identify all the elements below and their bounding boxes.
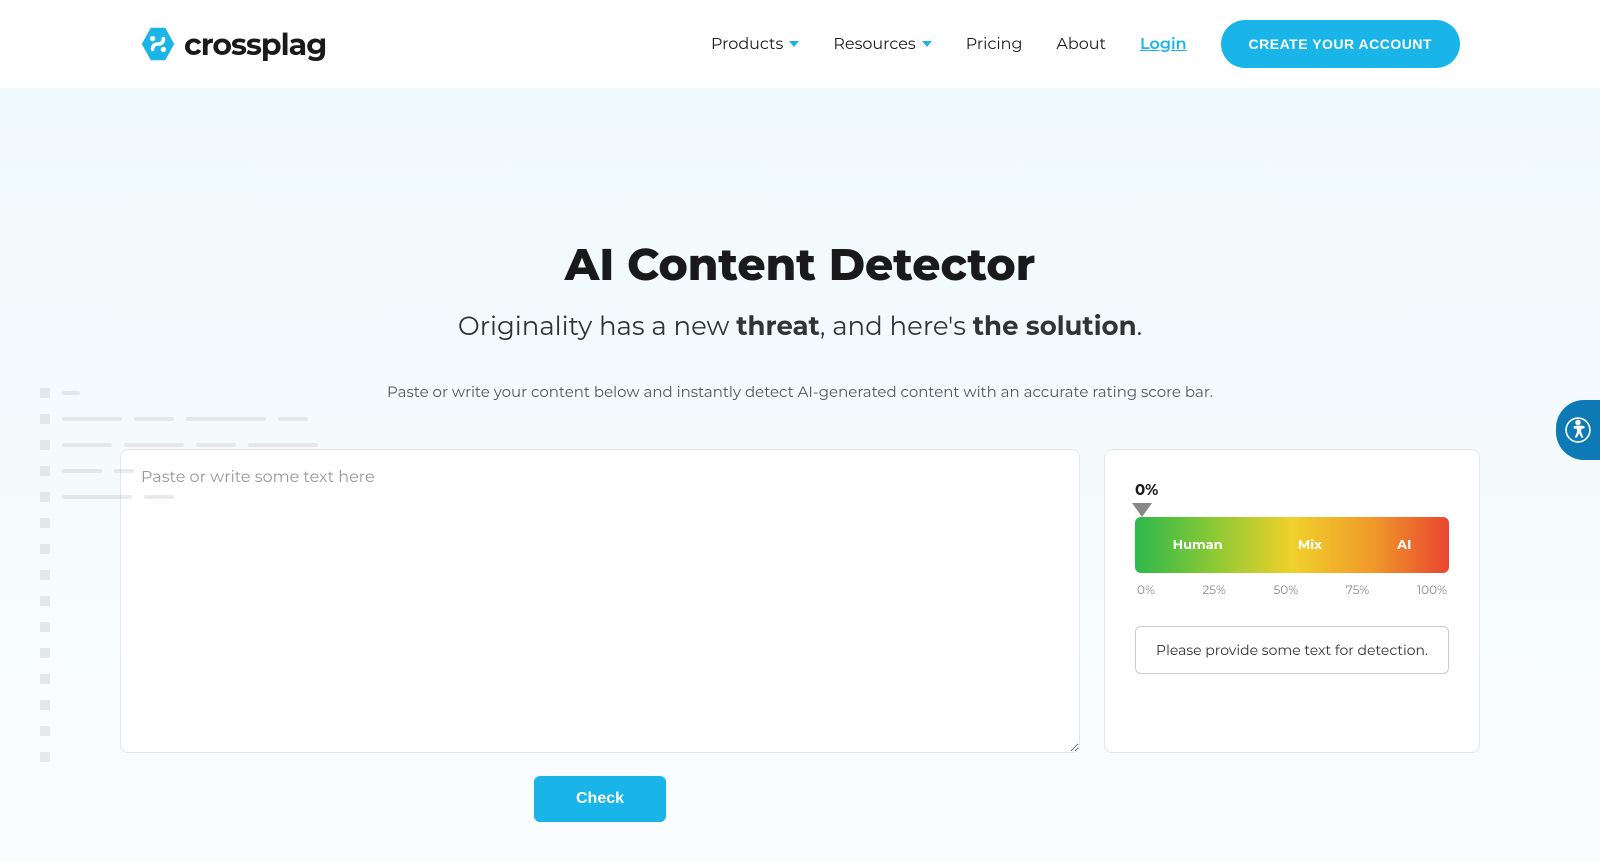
chevron-down-icon [922, 39, 932, 49]
content-area: Check 0% Human Mix AI 0% 25% 50% 75% 100… [120, 449, 1480, 822]
check-button[interactable]: Check [534, 776, 666, 822]
logo-icon [140, 26, 176, 62]
score-message: Please provide some text for detection. [1135, 626, 1449, 674]
content-input[interactable] [120, 449, 1080, 753]
page-header: crossplag Products Resources Pricing Abo… [0, 0, 1600, 88]
hero-section: AI Content Detector Originality has a ne… [0, 88, 1600, 862]
chevron-down-icon [789, 39, 799, 49]
accessibility-widget[interactable] [1556, 400, 1600, 460]
label-human: Human [1173, 537, 1223, 553]
nav-login[interactable]: Login [1140, 35, 1187, 54]
main-nav: Products Resources Pricing About Login C… [711, 20, 1460, 68]
nav-about[interactable]: About [1056, 35, 1106, 54]
subtitle-bold: the solution [973, 310, 1137, 342]
subtitle-text: , and here's [820, 310, 973, 342]
score-value: 0% [1135, 480, 1449, 499]
nav-products-label: Products [711, 35, 783, 54]
label-mix: Mix [1298, 537, 1322, 553]
nav-pricing-label: Pricing [966, 35, 1023, 54]
accessibility-icon [1565, 417, 1591, 443]
tick-label: 0% [1137, 583, 1155, 598]
page-subtitle: Originality has a new threat, and here's… [100, 310, 1500, 342]
nav-pricing[interactable]: Pricing [966, 35, 1023, 54]
label-ai: AI [1397, 537, 1411, 553]
logo-text: crossplag [184, 26, 326, 63]
tick-label: 75% [1346, 583, 1369, 598]
nav-products[interactable]: Products [711, 35, 799, 54]
tick-row: 0% 25% 50% 75% 100% [1135, 583, 1449, 598]
nav-resources-label: Resources [833, 35, 915, 54]
tick-label: 50% [1274, 583, 1299, 598]
nav-resources[interactable]: Resources [833, 35, 931, 54]
nav-about-label: About [1056, 35, 1106, 54]
instruction-text: Paste or write your content below and in… [100, 382, 1500, 401]
score-panel: 0% Human Mix AI 0% 25% 50% 75% 100% Plea… [1104, 449, 1480, 753]
score-pointer-wrap [1135, 503, 1449, 517]
tick-label: 100% [1417, 583, 1447, 598]
score-gradient-bar: Human Mix AI [1135, 517, 1449, 573]
logo[interactable]: crossplag [140, 26, 326, 63]
create-account-button[interactable]: CREATE YOUR ACCOUNT [1221, 20, 1460, 68]
page-title: AI Content Detector [100, 238, 1500, 292]
tick-label: 25% [1202, 583, 1225, 598]
subtitle-text: . [1137, 310, 1143, 342]
textarea-container: Check [120, 449, 1080, 822]
score-pointer-icon [1132, 503, 1152, 517]
nav-login-label: Login [1140, 35, 1187, 54]
subtitle-text: Originality has a new [458, 310, 736, 342]
subtitle-bold: threat [736, 310, 820, 342]
